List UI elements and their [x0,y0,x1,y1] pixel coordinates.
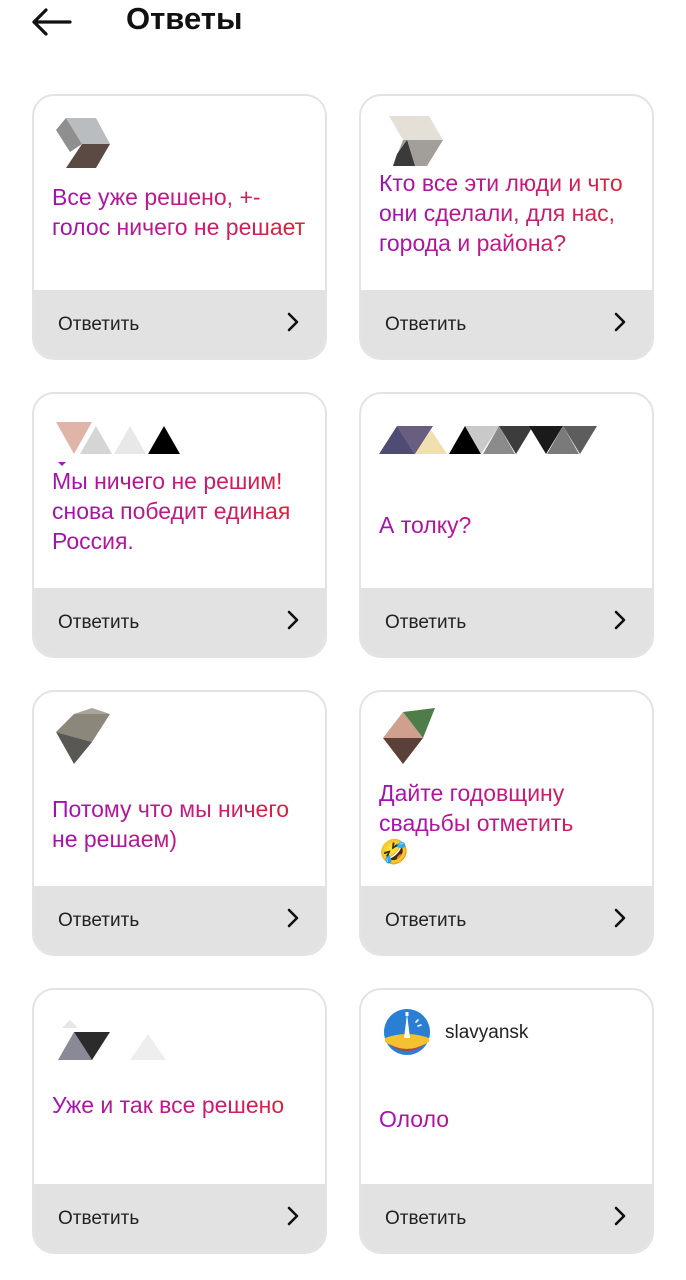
reply-button[interactable]: Ответить [361,290,652,358]
reply-label: Ответить [385,612,467,633]
username[interactable]: slavyansk [445,1022,528,1044]
chevron-right-icon [287,312,299,332]
answer-card-body[interactable]: slavyansk Ололо [361,990,652,1186]
reply-button[interactable]: Ответить [34,1184,325,1252]
reply-button[interactable]: Ответить [361,588,652,656]
reply-label: Ответить [58,612,140,633]
answer-text: Кто все эти люди и что они сделали, для … [379,168,638,258]
reply-label: Ответить [385,1208,467,1229]
chevron-right-icon [614,610,626,630]
blurred-avatar [56,422,180,466]
blurred-avatar [56,118,110,168]
reply-button[interactable]: Ответить [34,290,325,358]
back-button[interactable] [24,0,78,44]
reply-label: Ответить [385,314,467,335]
answer-text: Потому что мы ничего не решаем) [52,794,311,854]
answer-card-body[interactable]: Все уже решено, +- голос ничего не решае… [34,96,325,292]
answer-card: Все уже решено, +- голос ничего не решае… [32,94,327,360]
blurred-avatar [58,1020,166,1060]
chevron-right-icon [614,1206,626,1226]
answer-card-body[interactable]: Уже и так все решено [34,990,325,1186]
chevron-right-icon [614,312,626,332]
page-title: Ответы [126,1,243,36]
answer-text: Все уже решено, +- голос ничего не решае… [52,182,311,242]
answer-card-body[interactable]: Кто все эти люди и что они сделали, для … [361,96,652,292]
answer-text: Дайте годовщину свадьбы отметить [379,778,638,838]
answer-text-content: Дайте годовщину свадьбы отметить [379,780,574,836]
header: Ответы [0,0,686,60]
blurred-avatar [379,426,597,454]
reply-label: Ответить [58,910,140,931]
reply-button[interactable]: Ответить [34,886,325,954]
reply-button[interactable]: Ответить [361,1184,652,1252]
answer-text: А толку? [379,510,638,540]
blurred-avatar [383,708,435,764]
emoji-rofl: 🤣 [379,839,409,866]
answer-text: Ололо [379,1104,638,1134]
reply-button[interactable]: Ответить [34,588,325,656]
answer-card: Уже и так все решено Ответить [32,988,327,1254]
blurred-avatar [56,708,110,764]
answer-card: А толку? Ответить [359,392,654,658]
answer-card-body[interactable]: Мы ничего не решим!снова победит единая … [34,394,325,590]
answer-card: Дайте годовщину свадьбы отметить 🤣 Ответ… [359,690,654,956]
arrow-left-icon [32,8,72,36]
answer-card: Кто все эти люди и что они сделали, для … [359,94,654,360]
reply-label: Ответить [58,1208,140,1229]
answer-card: slavyansk Ололо Ответить [359,988,654,1254]
reply-label: Ответить [385,910,467,931]
reply-button[interactable]: Ответить [361,886,652,954]
answer-card: Мы ничего не решим!снова победит единая … [32,392,327,658]
answer-card: Потому что мы ничего не решаем) Ответить [32,690,327,956]
chevron-right-icon [614,908,626,928]
chevron-right-icon [287,610,299,630]
reply-label: Ответить [58,314,140,335]
chevron-right-icon [287,908,299,928]
answer-text: Мы ничего не решим!снова победит единая … [52,466,311,556]
chevron-right-icon [287,1206,299,1226]
answer-card-body[interactable]: Дайте годовщину свадьбы отметить 🤣 [361,692,652,888]
answer-text: Уже и так все решено [52,1090,311,1120]
blurred-avatar [389,116,443,166]
slavyansk-logo-icon [384,1009,430,1055]
answer-card-body[interactable]: Потому что мы ничего не решаем) [34,692,325,888]
answer-card-body[interactable]: А толку? [361,394,652,590]
